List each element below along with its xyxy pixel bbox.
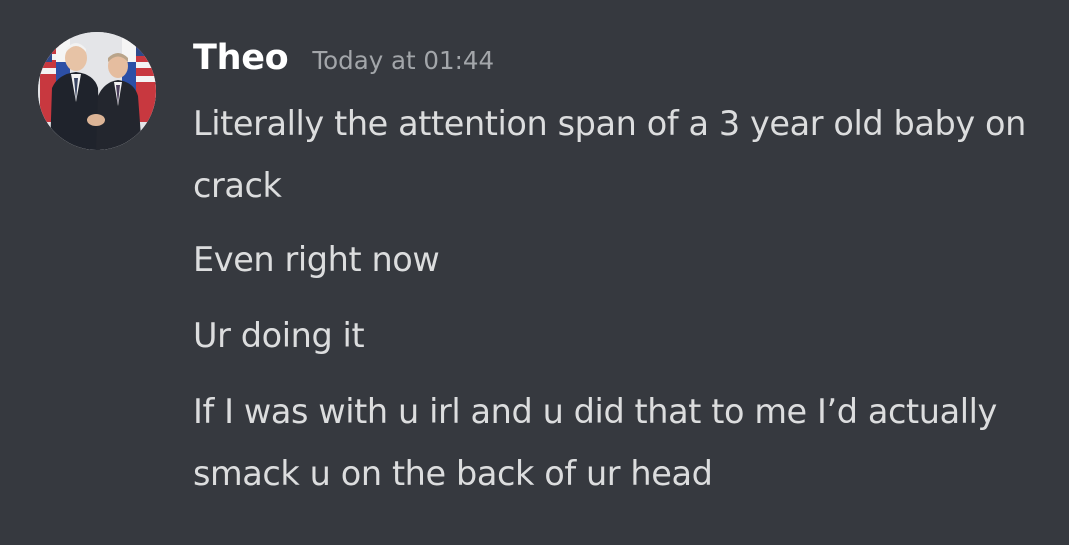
timestamp[interactable]: Today at 01:44 — [312, 46, 494, 75]
message-text: Even right now — [193, 240, 440, 279]
chat-view: Theo Today at 01:44 Literally the attent… — [0, 0, 1069, 545]
message-text: Literally the attention span of a 3 year… — [193, 104, 1026, 205]
message-list: Literally the attention span of a 3 year… — [193, 93, 1049, 505]
avatar-photo-icon — [38, 32, 156, 150]
message-group: Theo Today at 01:44 Literally the attent… — [193, 38, 1049, 519]
user-avatar[interactable] — [38, 32, 156, 150]
username[interactable]: Theo — [193, 38, 289, 78]
message-text: Ur doing it — [193, 316, 365, 355]
message-text: If I was with u irl and u did that to me… — [193, 392, 997, 493]
message-header: Theo Today at 01:44 — [193, 38, 1049, 92]
